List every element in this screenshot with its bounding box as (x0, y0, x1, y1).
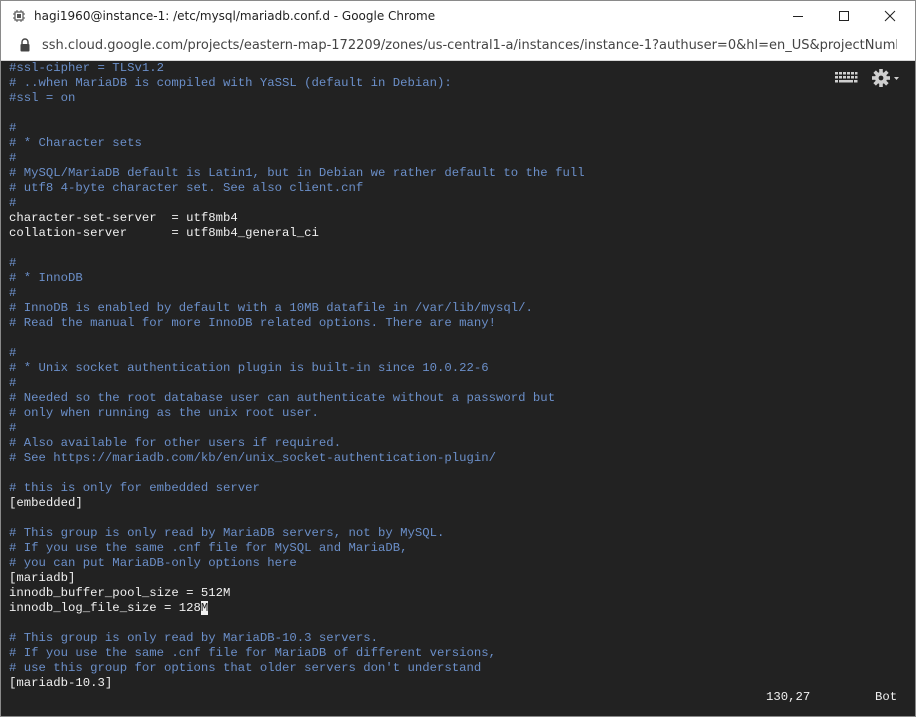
minimize-icon (793, 16, 803, 17)
terminal-line: # * Character sets (9, 136, 142, 151)
browser-window: hagi1960@instance-1: /etc/mysql/mariadb.… (0, 0, 916, 717)
terminal-line-text: # this is only for embedded server (9, 481, 260, 495)
terminal-screen[interactable]: 130,27 Bot #ssl-cipher = TLSv1.2 # ..when… (1, 61, 915, 716)
terminal-line: # InnoDB is enabled by default with a 10… (9, 301, 533, 316)
terminal-line-text: # (9, 121, 17, 135)
title-bar[interactable]: hagi1960@instance-1: /etc/mysql/mariadb.… (1, 1, 915, 32)
terminal-line: # Needed so the root database user can a… (9, 391, 555, 406)
terminal-line: [embedded] (9, 496, 83, 511)
terminal-line-text: # (9, 376, 17, 390)
terminal-line: innodb_buffer_pool_size = 512M (9, 586, 230, 601)
terminal-line-text: # (9, 151, 17, 165)
gear-icon[interactable] (871, 68, 901, 88)
terminal-line-text: #ssl-cipher = TLSv1.2 (9, 61, 164, 75)
terminal-line-text: # Also available for other users if requ… (9, 436, 342, 450)
terminal-line-text: # Needed so the root database user can a… (9, 391, 556, 405)
terminal-line: # MySQL/MariaDB default is Latin1, but i… (9, 166, 585, 181)
maximize-button[interactable] (821, 1, 867, 32)
terminal-line-text: # you can put MariaDB-only options here (9, 556, 297, 570)
terminal-line: # (9, 286, 16, 301)
terminal-line-text: # Read the manual for more InnoDB relate… (9, 316, 497, 330)
chrome-app-icon (13, 10, 25, 22)
terminal-line-text: # (9, 256, 17, 270)
terminal-line: # This group is only read by MariaDB ser… (9, 526, 444, 541)
terminal-line: #ssl = on (9, 91, 75, 106)
terminal-line-text: # * InnoDB (9, 271, 83, 285)
terminal-line-text: innodb_log_file_size = 128 (9, 601, 201, 615)
terminal-line-text: collation-server = utf8mb4_general_ci (9, 226, 319, 240)
maximize-icon (839, 11, 849, 21)
terminal-line: [mariadb] (9, 571, 75, 586)
terminal-line: # only when running as the unix root use… (9, 406, 319, 421)
terminal-line-text: innodb_buffer_pool_size = 512M (9, 586, 231, 600)
address-bar[interactable]: ssh.cloud.google.com/projects/eastern-ma… (1, 32, 915, 61)
terminal-line: # utf8 4-byte character set. See also cl… (9, 181, 363, 196)
text-cursor: M (200, 601, 209, 615)
terminal-line-text: # (9, 346, 17, 360)
terminal-line: # use this group for options that older … (9, 661, 481, 676)
terminal-line-text: # (9, 421, 17, 435)
terminal-line: # * Unix socket authentication plugin is… (9, 361, 489, 376)
terminal-line-text: # See https://mariadb.com/kb/en/unix_soc… (9, 451, 497, 465)
terminal-line-text: # * Unix socket authentication plugin is… (9, 361, 489, 375)
terminal-line: # (9, 346, 16, 361)
terminal-line: character-set-server = utf8mb4 (9, 211, 238, 226)
terminal-line: # you can put MariaDB-only options here (9, 556, 297, 571)
terminal-line: # (9, 151, 16, 166)
terminal-line-text: [mariadb] (9, 571, 76, 585)
terminal-line: # Read the manual for more InnoDB relate… (9, 316, 496, 331)
terminal-line-text: [mariadb-10.3] (9, 676, 113, 690)
terminal-line: innodb_log_file_size = 128M (9, 601, 209, 616)
terminal-line-text: # * Character sets (9, 136, 142, 150)
close-button[interactable] (867, 1, 913, 32)
terminal-line-text: # utf8 4-byte character set. See also cl… (9, 181, 364, 195)
terminal-line: # ..when MariaDB is compiled with YaSSL … (9, 76, 452, 91)
keyboard-icon[interactable] (834, 71, 858, 85)
terminal-line-text: # MySQL/MariaDB default is Latin1, but i… (9, 166, 585, 180)
terminal-line: # See https://mariadb.com/kb/en/unix_soc… (9, 451, 496, 466)
terminal-line: # this is only for embedded server (9, 481, 260, 496)
terminal-line-text: # This group is only read by MariaDB ser… (9, 526, 445, 540)
terminal-line-text: # only when running as the unix root use… (9, 406, 319, 420)
terminal-line-text: # (9, 286, 17, 300)
terminal-line-text: # use this group for options that older … (9, 661, 482, 675)
terminal-line: #ssl-cipher = TLSv1.2 (9, 61, 164, 76)
terminal-line-text: # InnoDB is enabled by default with a 10… (9, 301, 533, 315)
close-icon (884, 10, 896, 22)
terminal-line: # (9, 121, 16, 136)
terminal-line-text: # If you use the same .cnf file for Mari… (9, 646, 497, 660)
terminal-line: # Also available for other users if requ… (9, 436, 341, 451)
terminal-line: # (9, 421, 16, 436)
terminal-line: # (9, 376, 16, 391)
terminal-line-text: [embedded] (9, 496, 83, 510)
terminal-line-text: # ..when MariaDB is compiled with YaSSL … (9, 76, 452, 90)
terminal-line: # If you use the same .cnf file for MySQ… (9, 541, 407, 556)
terminal-line: collation-server = utf8mb4_general_ci (9, 226, 319, 241)
terminal-line-text: # If you use the same .cnf file for MySQ… (9, 541, 408, 555)
terminal-line: # (9, 256, 16, 271)
terminal-line: # This group is only read by MariaDB-10.… (9, 631, 378, 646)
terminal-line: # * InnoDB (9, 271, 83, 286)
terminal-line: # If you use the same .cnf file for Mari… (9, 646, 496, 661)
url-text[interactable]: ssh.cloud.google.com/projects/eastern-ma… (42, 38, 897, 53)
window-title: hagi1960@instance-1: /etc/mysql/mariadb.… (34, 9, 436, 23)
cursor-position: 130,27 (766, 690, 811, 704)
minimize-button[interactable] (775, 1, 821, 32)
terminal-line-text: # This group is only read by MariaDB-10.… (9, 631, 378, 645)
terminal-line: # (9, 196, 16, 211)
terminal-line-text: character-set-server = utf8mb4 (9, 211, 238, 225)
terminal-line-text: # (9, 196, 17, 210)
terminal-line: [mariadb-10.3] (9, 676, 112, 691)
lock-icon (20, 38, 30, 52)
scroll-indicator: Bot (875, 690, 898, 704)
terminal-line-text: #ssl = on (9, 91, 76, 105)
